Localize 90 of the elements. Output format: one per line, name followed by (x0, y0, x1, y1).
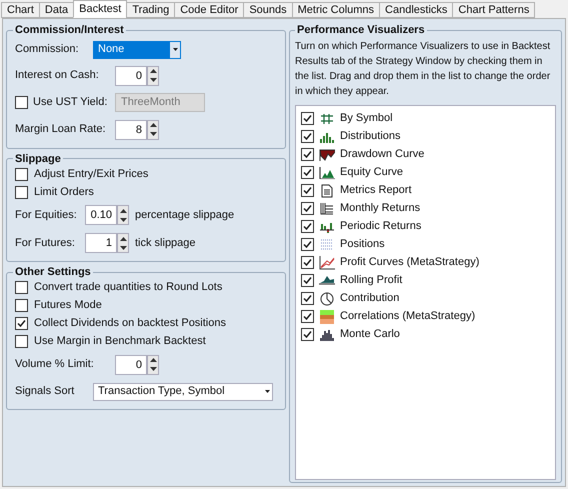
field-label: Interest on Cash: (15, 68, 100, 84)
color-bands-icon (320, 310, 334, 324)
checkbox-label: Use Margin in Benchmark Backtest (34, 334, 206, 350)
checkbox-label: Futures Mode (34, 298, 102, 314)
dropdown[interactable]: None (93, 40, 181, 58)
area-chart-icon (319, 166, 335, 178)
checkbox[interactable] (301, 328, 314, 341)
tab[interactable]: Data (38, 2, 74, 18)
checkbox[interactable] (301, 238, 314, 251)
table-icon (320, 202, 334, 215)
list-item-label[interactable]: Equity Curve (340, 164, 403, 181)
field-label: Signals Sort (15, 384, 76, 400)
checkbox-label: Use UST Yield: (33, 95, 108, 110)
list-item-label[interactable]: Monte Carlo (340, 326, 400, 343)
area-chart-icon (319, 274, 335, 286)
list-item-label[interactable]: Correlations (MetaStrategy) (340, 308, 476, 325)
checkbox[interactable] (301, 166, 314, 179)
pie-chart-icon (320, 292, 334, 306)
list-icon (320, 238, 334, 250)
number-field[interactable]: 8 (115, 120, 147, 140)
unit-label: percentage slippage (135, 208, 234, 223)
tab[interactable]: Sounds (243, 2, 293, 18)
dropdown[interactable]: Transaction Type, Symbol (93, 382, 273, 400)
list-item-label[interactable]: Contribution (340, 290, 400, 307)
field-label: Volume % Limit: (15, 357, 95, 372)
field-label: Margin Loan Rate: (15, 122, 106, 138)
checkbox[interactable] (301, 184, 314, 197)
checkbox[interactable] (15, 317, 28, 330)
checkbox[interactable] (301, 310, 314, 323)
tab[interactable]: Metric Columns (292, 2, 380, 18)
drawdown-chart-icon (319, 148, 335, 160)
histogram-icon (320, 328, 334, 340)
description-text: Turn on which Performance Visualizers to use in Backtest Results tab of the Strategy Window by checking them in the list. Drag and drop them in the list to change the order in which they appear. (295, 40, 552, 98)
checkbox[interactable] (301, 112, 314, 125)
checkbox[interactable] (15, 335, 28, 348)
checkbox[interactable] (301, 220, 314, 233)
unit-label: tick slippage (135, 236, 196, 251)
spin-buttons[interactable] (147, 354, 159, 374)
tab[interactable]: Trading (126, 2, 176, 18)
group-title: Slippage (14, 152, 62, 166)
checkbox[interactable] (301, 202, 314, 215)
grid-icon (320, 112, 334, 124)
group-title: Performance Visualizers (296, 23, 426, 38)
number-field[interactable]: 1 (85, 233, 117, 253)
bar-chart-icon (320, 220, 334, 232)
field-label: For Equities: (15, 208, 78, 223)
group-title: Other Settings (14, 265, 92, 280)
list-item-label[interactable]: Drawdown Curve (340, 146, 424, 163)
checkbox[interactable] (301, 130, 314, 143)
spin-buttons[interactable] (117, 205, 129, 225)
group-title: Commission/Interest (14, 23, 125, 38)
checkbox[interactable] (301, 292, 314, 305)
number-field[interactable]: 0 (115, 66, 147, 86)
tab[interactable]: Chart Patterns (452, 2, 536, 18)
checkbox-label: Collect Dividends on backtest Positions (34, 316, 226, 332)
line-chart-icon (319, 256, 335, 270)
tab[interactable]: Code Editor (174, 2, 244, 18)
number-field[interactable]: 0.10 (85, 205, 117, 225)
checkbox[interactable] (15, 96, 28, 109)
list-item-label[interactable]: Positions (340, 236, 385, 253)
list-item-label[interactable]: Rolling Profit (340, 272, 402, 289)
document-icon (321, 184, 333, 198)
checkbox[interactable] (301, 274, 314, 287)
spin-buttons[interactable] (147, 120, 159, 140)
checkbox[interactable] (15, 186, 28, 198)
bar-chart-icon (320, 130, 334, 142)
list-item-label[interactable]: Profit Curves (MetaStrategy) (340, 254, 480, 271)
checkbox[interactable] (301, 148, 314, 161)
list-item-label[interactable]: Metrics Report (340, 182, 412, 199)
checkbox-label: Convert trade quantities to Round Lots (34, 280, 222, 296)
spin-buttons[interactable] (147, 66, 159, 86)
tab[interactable]: Chart (1, 2, 40, 18)
caret-icon (172, 48, 178, 51)
spin-buttons[interactable] (117, 233, 129, 253)
list-item-label[interactable]: Distributions (340, 128, 401, 145)
checkbox-label: Adjust Entry/Exit Prices (34, 166, 148, 182)
tab[interactable]: Candlesticks (379, 2, 454, 18)
checkbox[interactable] (15, 168, 28, 180)
tab[interactable]: Backtest (73, 0, 128, 18)
list-item-label[interactable]: Monthly Returns (340, 200, 420, 217)
caret-icon (264, 390, 270, 393)
checkbox[interactable] (301, 256, 314, 269)
list-item-label[interactable]: By Symbol (340, 110, 393, 127)
checkbox-label: Limit Orders (34, 184, 94, 200)
checkbox[interactable] (15, 281, 28, 294)
list-item-label[interactable]: Periodic Returns (340, 218, 422, 235)
field-label: For Futures: (15, 236, 76, 251)
field-label: Commission: (15, 42, 80, 58)
checkbox[interactable] (15, 299, 28, 312)
number-field[interactable]: 0 (115, 354, 147, 374)
